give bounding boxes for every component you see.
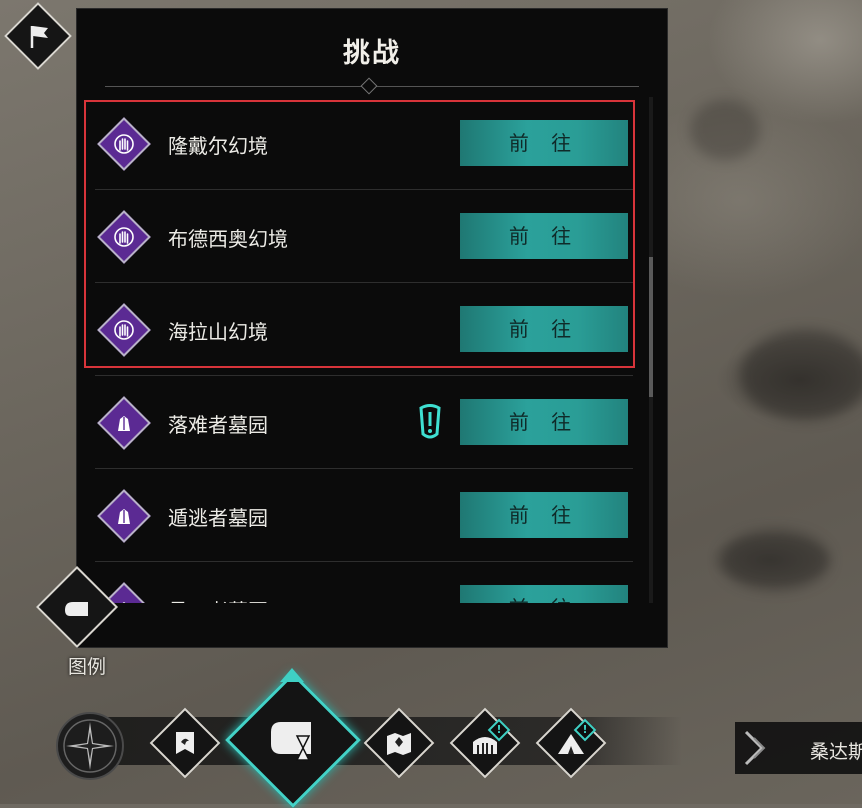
- flag-icon: [30, 26, 48, 48]
- map-terrain: [720, 530, 830, 590]
- map-terrain: [740, 330, 862, 420]
- challenge-name: 布德西奥幻境: [168, 227, 288, 251]
- challenge-name: 遁逃者墓园: [168, 506, 268, 530]
- hands-pray-icon: [97, 396, 151, 450]
- scrollbar[interactable]: [649, 97, 653, 603]
- challenge-name: 海拉山幻境: [168, 320, 268, 344]
- go-button[interactable]: 前 往: [460, 585, 628, 603]
- list-item: 隆戴尔幻境 前 往: [85, 97, 641, 190]
- palm-mandala-icon: [97, 210, 151, 264]
- list-item: 邑口者墓园 前 往: [85, 562, 641, 603]
- panel-title: 挑战: [343, 38, 401, 69]
- chevron-right-icon: [744, 730, 766, 766]
- go-button[interactable]: 前 往: [460, 120, 628, 166]
- exclamation-scroll-icon: [419, 404, 441, 439]
- list-item: 落难者墓园 前 往: [85, 376, 641, 469]
- list-item: 布德西奥幻境 前 往: [85, 190, 641, 283]
- challenge-name: 落难者墓园: [168, 413, 268, 437]
- go-button[interactable]: 前 往: [460, 306, 628, 352]
- challenge-name: 邑口者墓园: [168, 595, 268, 603]
- scroll-hourglass-icon: [271, 722, 311, 761]
- challenge-panel: 挑战 隆戴尔幻境 前 往 布德西奥幻境 前 往 海拉山幻境 前 往 落难者墓园 …: [76, 8, 668, 648]
- map-terrain: [690, 100, 760, 160]
- challenge-list[interactable]: 隆戴尔幻境 前 往 布德西奥幻境 前 往 海拉山幻境 前 往 落难者墓园 前 往…: [85, 97, 641, 603]
- compass-icon[interactable]: [56, 712, 124, 780]
- go-button[interactable]: 前 往: [460, 213, 628, 259]
- go-button[interactable]: 前 往: [460, 492, 628, 538]
- legend-scroll-icon: [65, 602, 88, 616]
- palm-mandala-icon: [97, 303, 151, 357]
- active-tab-indicator: [280, 668, 304, 682]
- banner-icon: [176, 732, 194, 754]
- title-divider-gem: [360, 77, 378, 95]
- scrollbar-thumb[interactable]: [649, 257, 653, 397]
- list-item: 海拉山幻境 前 往: [85, 283, 641, 376]
- challenge-tab-button[interactable]: [225, 672, 361, 808]
- legend-button[interactable]: [35, 565, 119, 649]
- palm-mandala-icon: [97, 117, 151, 171]
- go-button[interactable]: 前 往: [460, 399, 628, 445]
- map-marker-button[interactable]: [4, 2, 72, 70]
- challenge-name: 隆戴尔幻境: [168, 134, 268, 158]
- list-item: 遁逃者墓园 前 往: [85, 469, 641, 562]
- alert-icon: !: [496, 723, 502, 736]
- map-icon: [387, 733, 411, 755]
- hands-pray-icon: [97, 489, 151, 543]
- alert-icon: !: [582, 723, 588, 736]
- banner-button[interactable]: [149, 707, 221, 779]
- map-button[interactable]: [363, 707, 435, 779]
- region-name: 桑达斯: [810, 741, 862, 763]
- legend-label: 图例: [68, 656, 107, 678]
